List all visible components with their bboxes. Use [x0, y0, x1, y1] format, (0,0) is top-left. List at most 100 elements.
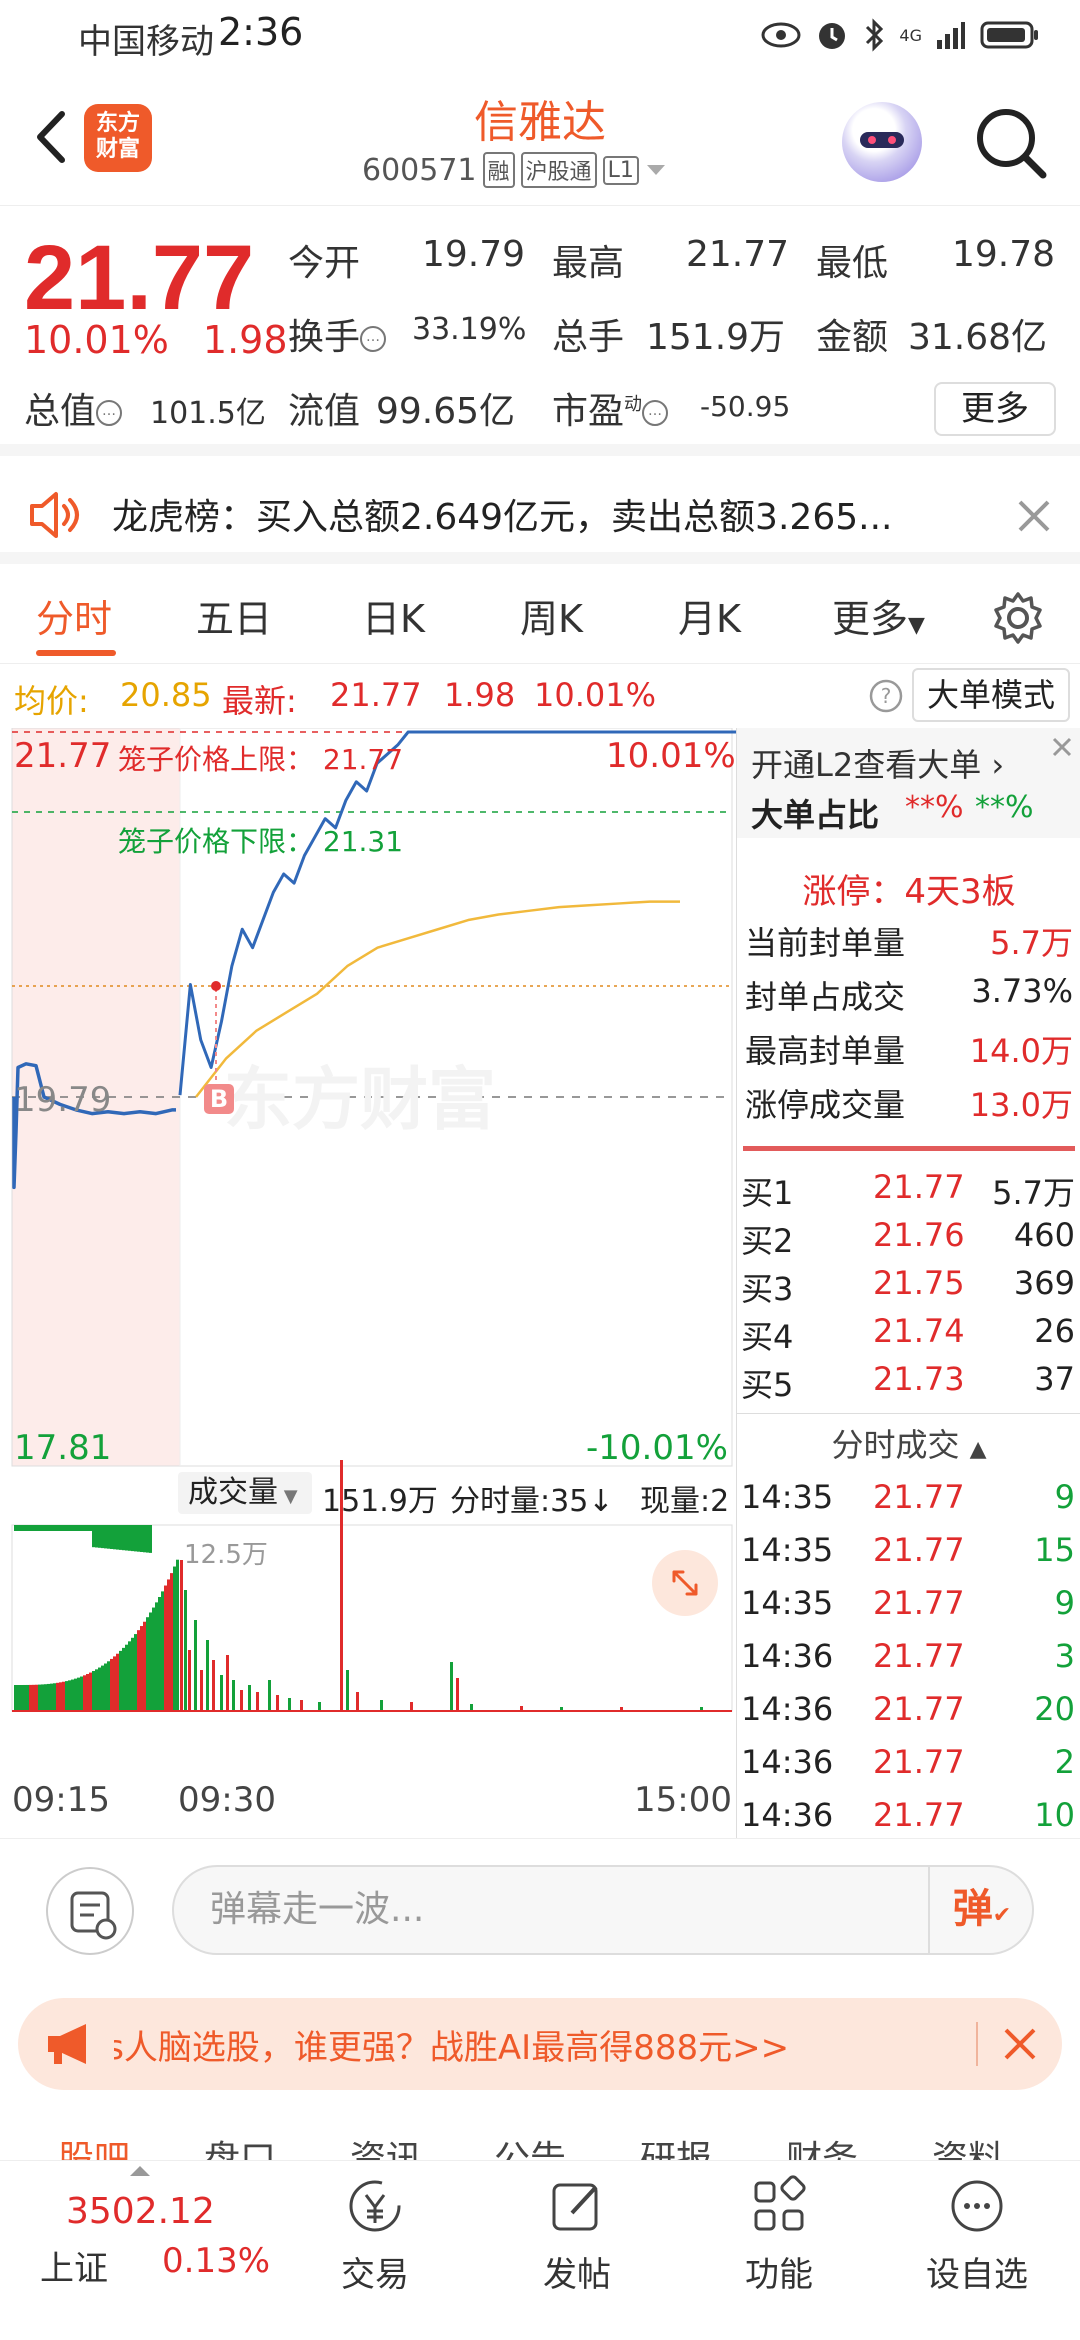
- volume-bar: [83, 1675, 86, 1710]
- nav-post[interactable]: 发帖: [502, 2171, 652, 2296]
- tab-panko[interactable]: 盘口: [204, 2130, 276, 2160]
- mcap-label[interactable]: 总值…: [24, 382, 123, 434]
- stock-name: 信雅达: [474, 97, 606, 148]
- volume-bar: [80, 1525, 83, 1531]
- volume-bar: [98, 1667, 101, 1710]
- volume-bar: [620, 1707, 623, 1710]
- tab-guba[interactable]: 股吧: [58, 2130, 130, 2160]
- trade-time: 14:35: [741, 1531, 834, 1569]
- stat-value: 3.73%: [971, 972, 1073, 1010]
- index-value[interactable]: 3502.12: [66, 2191, 215, 2232]
- volume-bar: [47, 1525, 50, 1531]
- danmu-settings-button[interactable]: [46, 1867, 134, 1955]
- nav-trade[interactable]: 交易: [300, 2171, 450, 2296]
- close-icon[interactable]: [1002, 2026, 1038, 2062]
- nav-add-watchlist[interactable]: 设自选: [902, 2171, 1052, 2296]
- carrier-label: 中国移动: [78, 22, 214, 62]
- trades-title[interactable]: 分时成交 ▲: [737, 1420, 1080, 1466]
- big-order-mode-button[interactable]: 大单模式: [912, 668, 1070, 722]
- trade-price: 21.77: [873, 1584, 965, 1622]
- danmu-send-button[interactable]: 弹✔: [928, 1865, 1034, 1955]
- tab-news[interactable]: 资讯: [350, 2130, 422, 2160]
- bid-volume: 369: [1013, 1264, 1075, 1302]
- volume-bar: [38, 1525, 41, 1531]
- open-value: 19.79: [422, 234, 526, 275]
- volume-max-label: 12.5万: [184, 1540, 268, 1570]
- bid-volume: 26: [1034, 1312, 1075, 1350]
- trade-time: 14:36: [741, 1690, 834, 1728]
- volume-bar: [92, 1671, 95, 1710]
- gear-icon[interactable]: [990, 590, 1046, 646]
- dragon-tiger-banner[interactable]: 龙虎榜：买入总额2.649亿元，卖出总额3.265...: [0, 468, 1080, 564]
- tab-daily-k[interactable]: 日K: [362, 588, 425, 643]
- trade-time: 14:36: [741, 1796, 834, 1834]
- close-icon[interactable]: [1049, 734, 1075, 760]
- help-icon[interactable]: ?: [868, 678, 904, 714]
- buy-marker[interactable]: B: [204, 1084, 234, 1114]
- trade-price: 21.77: [873, 1796, 965, 1834]
- l2-upsell[interactable]: 开通L2查看大单 › 大单占比 **% **%: [737, 728, 1080, 838]
- volume-bar: [456, 1678, 459, 1710]
- bid-separator: [743, 1146, 1075, 1151]
- back-icon[interactable]: [24, 102, 84, 172]
- eastmoney-logo[interactable]: 东方 财富: [84, 104, 152, 172]
- tab-notices[interactable]: 公告: [494, 2130, 566, 2160]
- volume-bar: [180, 1560, 183, 1710]
- tab-monthly-k[interactable]: 月K: [678, 588, 741, 643]
- volume-bar: [74, 1525, 77, 1531]
- tab-profile[interactable]: 资料: [932, 2130, 1004, 2160]
- trade-price: 21.77: [873, 1690, 965, 1728]
- last-change: 1.98: [444, 676, 516, 714]
- volume-bar: [128, 1641, 131, 1710]
- close-icon[interactable]: [1016, 498, 1052, 534]
- volume-bar: [62, 1681, 65, 1710]
- turnover-label[interactable]: 换手…: [288, 308, 387, 360]
- low-label: 最低: [816, 243, 889, 284]
- turnover-value: 33.19%: [412, 312, 527, 347]
- stat-value: 5.7万: [990, 924, 1073, 962]
- nav-functions[interactable]: 功能: [704, 2171, 854, 2296]
- volume-bar: [155, 1602, 158, 1710]
- tab-research[interactable]: 研报: [640, 2130, 712, 2160]
- stock-code-row[interactable]: 600571 融 沪股通 L1: [362, 152, 667, 188]
- volume-bar: [113, 1525, 116, 1550]
- tag-connect: 沪股通: [520, 152, 597, 188]
- volume-bar: [35, 1525, 38, 1531]
- tab-finance[interactable]: 财务: [786, 2130, 858, 2160]
- trade-price: 21.77: [873, 1531, 965, 1569]
- promo-text-clip: AI vs人脑选股，谁更强？战胜AI最高得888元>>: [114, 1998, 974, 2090]
- tab-five-day[interactable]: 五日: [196, 588, 272, 643]
- more-quote-button[interactable]: 更多: [934, 382, 1056, 436]
- volume-total: 151.9万: [322, 1484, 438, 1519]
- volume-bar: [116, 1525, 119, 1550]
- volume-bar: [173, 1566, 176, 1710]
- volume-bar: [300, 1700, 303, 1710]
- price-line: [178, 730, 736, 1096]
- volume-bar: [170, 1573, 173, 1710]
- volume-bar: [119, 1650, 122, 1710]
- open-l2-link[interactable]: 开通L2查看大单 ›: [751, 740, 1004, 786]
- tab-weekly-k[interactable]: 周K: [520, 588, 583, 643]
- volume-selector[interactable]: 成交量 ▼: [178, 1472, 312, 1514]
- expand-chart-button[interactable]: [652, 1550, 718, 1616]
- ai-assistant-avatar[interactable]: [842, 102, 922, 182]
- volume-bar: [131, 1525, 134, 1552]
- yuan-exchange-icon: [349, 2180, 401, 2232]
- volume-bar: [44, 1525, 47, 1531]
- tab-intraday[interactable]: 分时: [36, 588, 112, 643]
- tab-more[interactable]: 更多▼: [832, 588, 925, 643]
- volume-bar: [89, 1672, 92, 1710]
- search-icon[interactable]: [970, 102, 1050, 182]
- more-dots-icon: [951, 2180, 1003, 2232]
- trade-volume: 15: [1034, 1531, 1075, 1569]
- chart-tabs: 分时 五日 日K 周K 月K 更多▼: [0, 564, 1080, 664]
- danmu-input[interactable]: 弹幕走一波...: [172, 1865, 1034, 1955]
- volume-bar: [17, 1684, 20, 1710]
- volume-bar: [71, 1679, 74, 1710]
- x-start-time: 09:15: [12, 1780, 110, 1820]
- big-order-buy-ratio: **%: [905, 790, 964, 825]
- intraday-chart[interactable]: 东方财富 21.77 笼子价格上限： 21.77 10.01% 笼子价格下限： …: [0, 728, 736, 1838]
- pe-label[interactable]: 市盈动…: [552, 382, 669, 434]
- promo-banner[interactable]: AI vs人脑选股，谁更强？战胜AI最高得888元>>: [18, 1998, 1062, 2090]
- volume-bar: [59, 1682, 62, 1710]
